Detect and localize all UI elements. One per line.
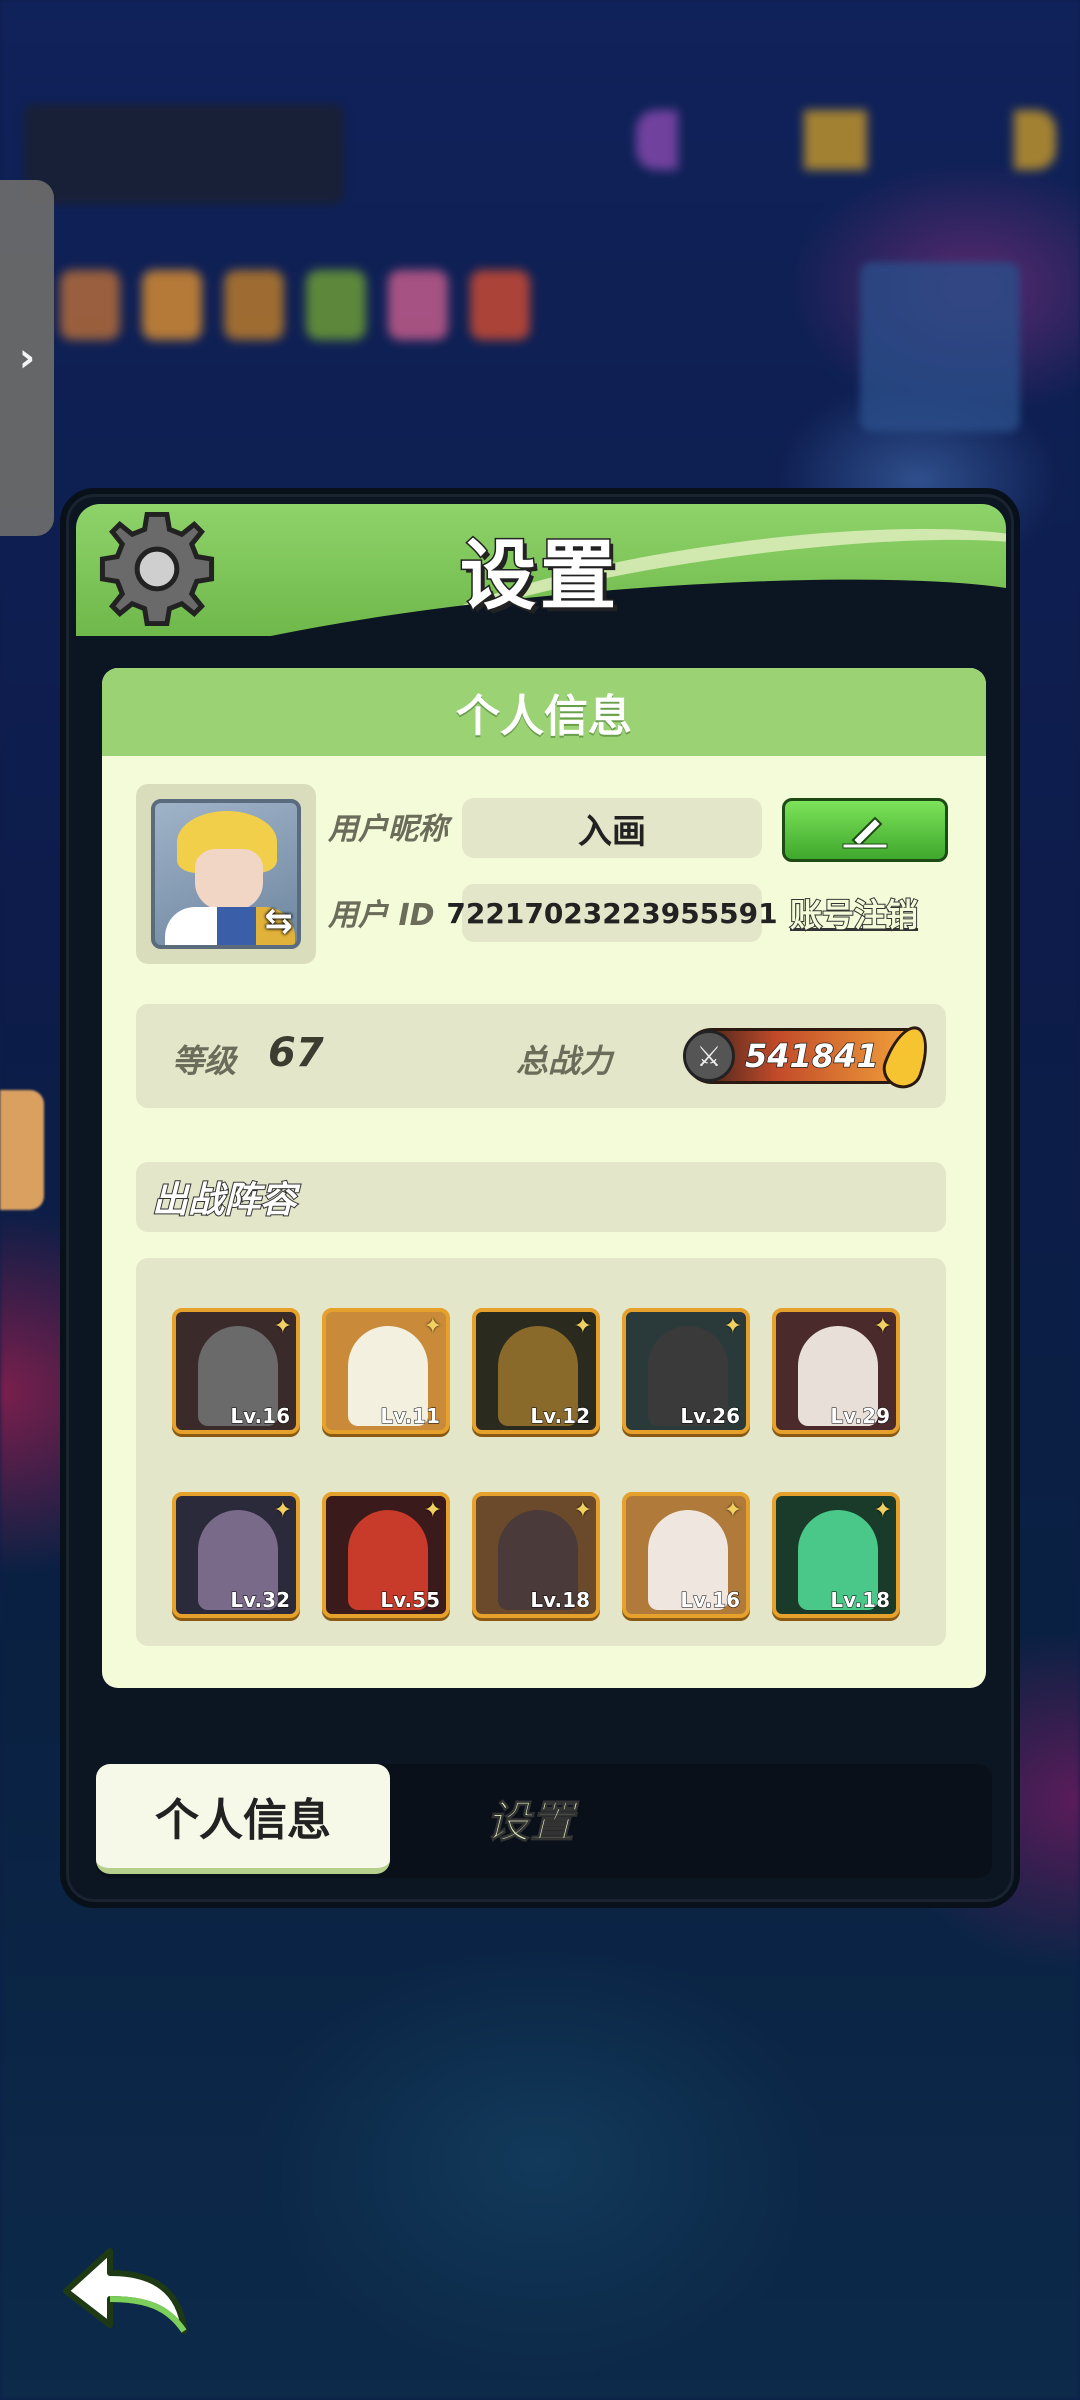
hero-card[interactable]: ✦ Lv.18 — [472, 1492, 600, 1618]
hero-level: Lv.18 — [530, 1588, 591, 1613]
level-value: 67 — [268, 1030, 324, 1076]
crossed-swords-icon: ⚔ — [683, 1030, 735, 1082]
hero-card[interactable]: ✦ Lv.12 — [472, 1308, 600, 1434]
avatar[interactable]: ⇆ — [151, 799, 301, 949]
profile-card-title: 个人信息 — [102, 668, 986, 756]
rank-star-icon: ✦ — [873, 1498, 892, 1523]
bottom-tabbar: 个人信息 设置 — [96, 1764, 992, 1878]
power-value: 541841 — [744, 1036, 879, 1076]
chevron-right-icon: › — [18, 335, 36, 381]
profile-card: 个人信息 ⇆ 用户昵称 入画 用户 ID 72217023223955591 账… — [102, 668, 986, 1688]
edit-nickname-button[interactable] — [782, 798, 948, 862]
rank-star-icon: ✦ — [423, 1498, 442, 1523]
nickname-field: 入画 — [462, 798, 762, 858]
pencil-icon — [842, 816, 888, 849]
hero-card[interactable]: ✦ Lv.32 — [172, 1492, 300, 1618]
user-id-label: 用户 ID — [328, 898, 435, 933]
rank-star-icon: ✦ — [573, 1498, 592, 1523]
hero-card[interactable]: ✦ Lv.11 — [322, 1308, 450, 1434]
hero-card[interactable]: ✦ Lv.16 — [172, 1308, 300, 1434]
rank-star-icon: ✦ — [723, 1314, 742, 1339]
hero-level: Lv.11 — [380, 1404, 441, 1429]
rank-star-icon: ✦ — [423, 1314, 442, 1339]
hero-level: Lv.16 — [680, 1588, 741, 1613]
minimap — [860, 262, 1020, 432]
event-icons-row — [60, 270, 530, 340]
flame-icon — [877, 1020, 937, 1094]
hero-card[interactable]: ✦ Lv.26 — [622, 1308, 750, 1434]
level-label: 等级 — [172, 1042, 237, 1080]
side-widget — [0, 1090, 44, 1210]
power-badge: ⚔ 541841 — [683, 1020, 937, 1094]
hero-card[interactable]: ✦ Lv.18 — [772, 1492, 900, 1618]
rank-star-icon: ✦ — [273, 1498, 292, 1523]
rank-star-icon: ✦ — [573, 1314, 592, 1339]
settings-panel: 设置 个人信息 ⇆ 用户昵称 入画 用户 ID 7221702322395559… — [60, 488, 1020, 1908]
hero-level: Lv.16 — [230, 1404, 291, 1429]
rank-star-icon: ✦ — [873, 1314, 892, 1339]
user-id-field: 72217023223955591 — [446, 884, 778, 942]
account-cancel-link[interactable]: 账号注销 — [789, 890, 919, 936]
tab-settings[interactable]: 设置 — [486, 1786, 575, 1850]
hero-level: Lv.29 — [830, 1404, 891, 1429]
hero-card[interactable]: ✦ Lv.55 — [322, 1492, 450, 1618]
side-drawer-tab[interactable]: › — [0, 180, 54, 536]
hero-level: Lv.12 — [530, 1404, 591, 1429]
hero-level: Lv.55 — [380, 1588, 441, 1613]
avatar-frame[interactable]: ⇆ — [136, 784, 316, 964]
hero-level: Lv.26 — [680, 1404, 741, 1429]
lineup-title: 出战阵容 — [136, 1162, 946, 1232]
hero-level: Lv.32 — [230, 1588, 291, 1613]
power-label: 总战力 — [516, 1042, 613, 1080]
back-arrow-icon — [63, 2248, 187, 2334]
panel-title: 设置 — [459, 530, 620, 622]
back-button[interactable] — [56, 2236, 196, 2346]
rank-star-icon: ✦ — [273, 1314, 292, 1339]
hero-level: Lv.18 — [830, 1588, 891, 1613]
player-hud — [24, 104, 344, 204]
rank-star-icon: ✦ — [723, 1498, 742, 1523]
lineup-grid: ✦ Lv.16 ✦ Lv.11 ✦ Lv.12 ✦ Lv.26 ✦ Lv.29 ✦ Lv.32 ✦ Lv.… — [136, 1258, 946, 1646]
resource-bar — [636, 110, 1056, 170]
hero-card[interactable]: ✦ Lv.16 — [622, 1492, 750, 1618]
nickname-label: 用户昵称 — [328, 812, 448, 847]
hero-card[interactable]: ✦ Lv.29 — [772, 1308, 900, 1434]
tab-profile[interactable]: 个人信息 — [96, 1764, 390, 1874]
stats-row: 等级 67 总战力 ⚔ 541841 — [136, 1004, 946, 1108]
swap-icon: ⇆ — [264, 901, 294, 941]
